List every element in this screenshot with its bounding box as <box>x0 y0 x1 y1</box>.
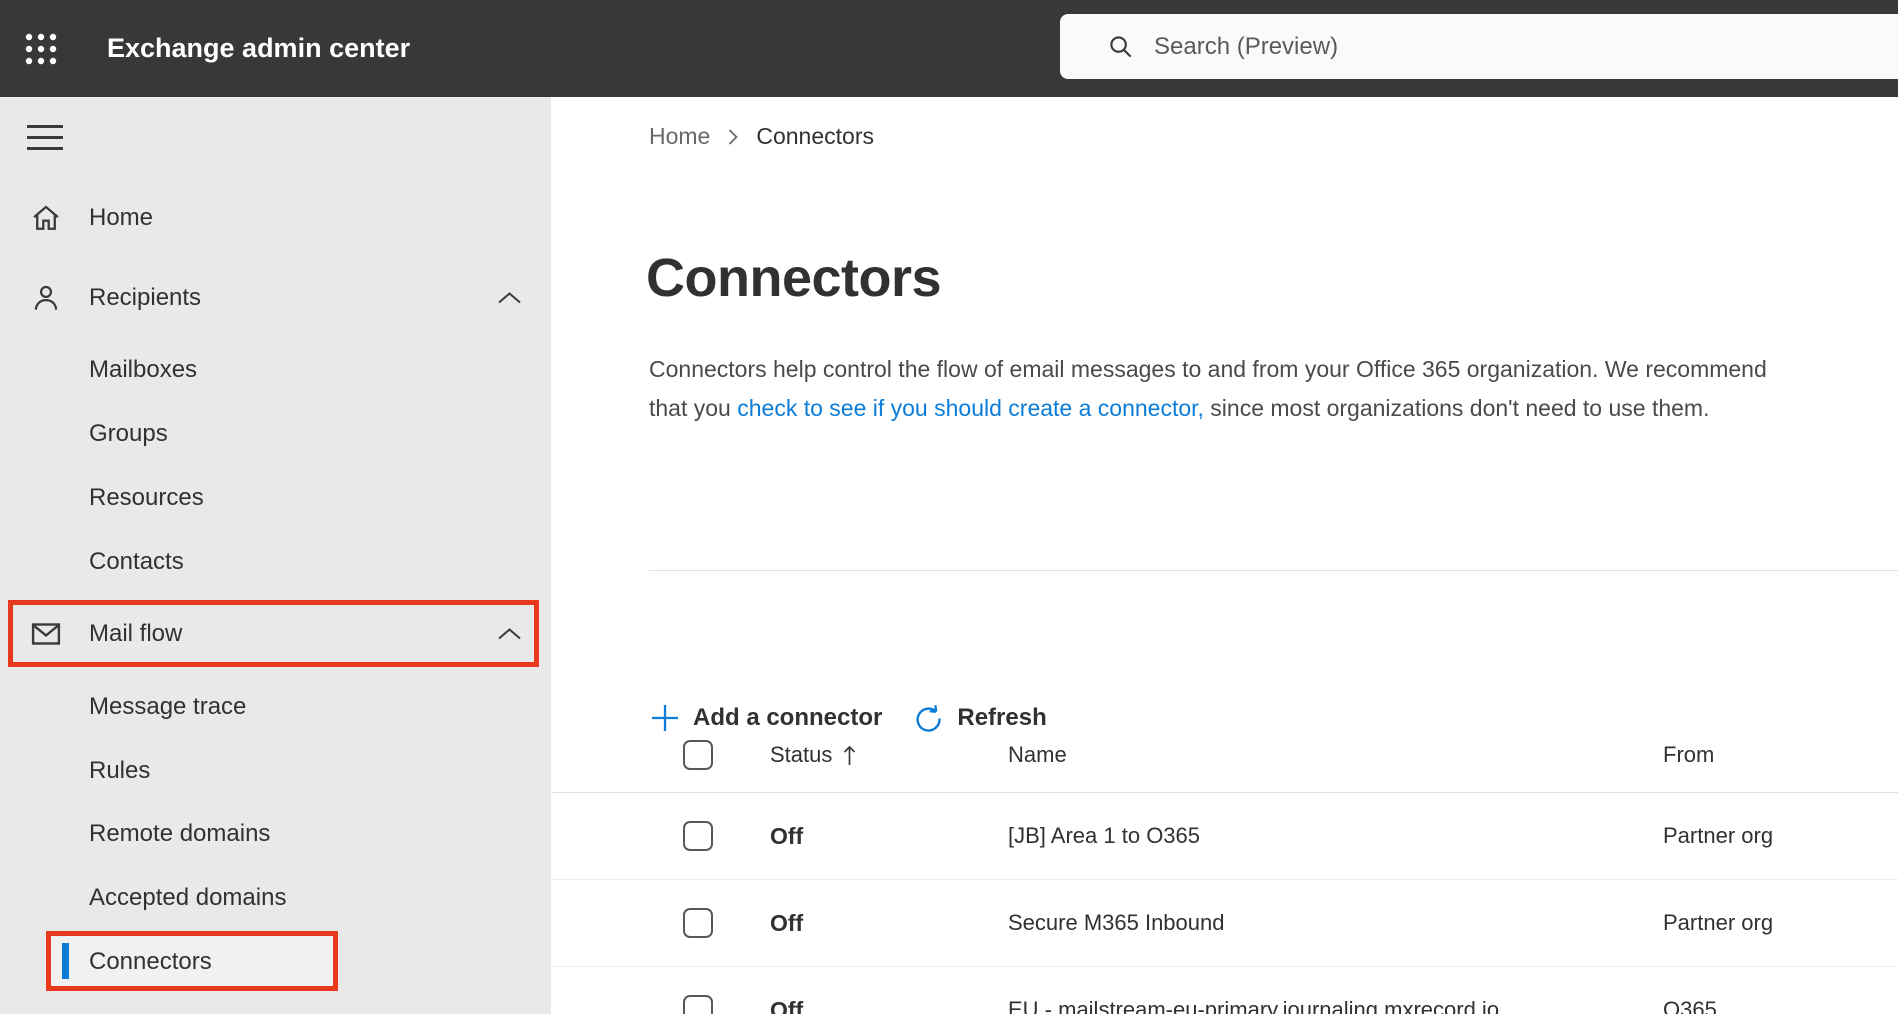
section-divider <box>649 570 1898 571</box>
sidebar-item-contacts[interactable]: Contacts <box>0 530 551 594</box>
page-title: Connectors <box>646 248 942 308</box>
sidebar-item-label: Rules <box>89 757 151 784</box>
search-input[interactable] <box>1152 31 1796 62</box>
sidebar-item-mail-flow[interactable]: Mail flow <box>0 602 551 666</box>
create-connector-check-link[interactable]: check to see if you should create a conn… <box>737 395 1204 421</box>
table-row[interactable]: Off [JB] Area 1 to O365 Partner org <box>551 793 1898 880</box>
table-row[interactable]: Off EU - mailstream-eu-primary.journalin… <box>551 967 1898 1014</box>
sidebar-item-mailboxes[interactable]: Mailboxes <box>0 338 551 402</box>
envelope-icon <box>29 617 63 651</box>
sidebar-item-label: Message trace <box>89 693 247 720</box>
search-box[interactable] <box>1060 14 1898 79</box>
status-header-label: Status <box>770 742 833 767</box>
sidebar-item-accepted-domains[interactable]: Accepted domains <box>0 866 551 930</box>
top-app-bar: Exchange admin center <box>0 0 1898 97</box>
home-icon <box>29 201 63 235</box>
sidebar-item-label: Recipients <box>89 284 202 311</box>
sidebar-item-label: Groups <box>89 420 168 447</box>
row-name: Secure M365 Inbound <box>1008 910 1225 935</box>
row-name: [JB] Area 1 to O365 <box>1008 823 1201 848</box>
sidebar-item-label: Remote domains <box>89 820 271 847</box>
sidebar-item-label: Contacts <box>89 548 184 575</box>
app-title: Exchange admin center <box>107 33 411 63</box>
chevron-right-icon <box>727 127 739 147</box>
row-from: Partner org <box>1663 910 1774 935</box>
column-header-name[interactable]: Name <box>1008 742 1663 768</box>
sort-ascending-icon <box>842 744 857 767</box>
left-navigation: Home Recipients Mailboxes Groups Resourc… <box>0 97 551 1014</box>
sidebar-item-label: Connectors <box>89 948 212 975</box>
sidebar-item-label: Home <box>89 204 154 231</box>
select-all-checkbox[interactable] <box>683 740 713 770</box>
selected-item-indicator <box>62 943 69 979</box>
row-checkbox[interactable] <box>683 821 713 851</box>
row-from: Partner org <box>1663 823 1774 848</box>
sidebar-item-resources[interactable]: Resources <box>0 466 551 530</box>
sidebar-item-connectors[interactable]: Connectors <box>0 930 551 994</box>
sidebar-item-label: Resources <box>89 484 204 511</box>
table-row[interactable]: Off Secure M365 Inbound Partner org <box>551 880 1898 967</box>
sidebar-item-message-trace[interactable]: Message trace <box>0 675 551 739</box>
app-launcher-button[interactable] <box>21 29 61 69</box>
sidebar-item-groups[interactable]: Groups <box>0 402 551 466</box>
nav-collapse-button[interactable] <box>27 125 63 150</box>
row-checkbox[interactable] <box>683 908 713 938</box>
row-checkbox[interactable] <box>683 995 713 1014</box>
breadcrumb: Home Connectors <box>649 123 874 150</box>
row-from: O365 <box>1663 997 1717 1014</box>
sidebar-item-label: Mailboxes <box>89 356 198 383</box>
chevron-up-icon[interactable] <box>496 626 523 642</box>
row-name: EU - mailstream-eu-primary.journaling.mx… <box>1008 997 1500 1014</box>
row-status: Off <box>770 822 804 849</box>
sidebar-item-rules[interactable]: Rules <box>0 739 551 803</box>
column-header-status[interactable]: Status <box>770 742 1008 768</box>
sidebar-item-label: Accepted domains <box>89 884 287 911</box>
sidebar-item-recipients[interactable]: Recipients <box>0 266 551 330</box>
chevron-up-icon[interactable] <box>496 290 523 306</box>
sidebar-item-remote-domains[interactable]: Remote domains <box>0 802 551 866</box>
connectors-table: Status Name From Off [JB] Area 1 to O365… <box>551 718 1898 1014</box>
main-content: Home Connectors Connectors Connectors he… <box>551 97 1898 1014</box>
row-status: Off <box>770 996 804 1014</box>
search-icon <box>1107 33 1134 60</box>
column-header-from[interactable]: From <box>1663 742 1898 768</box>
waffle-icon <box>22 30 60 68</box>
description-text: since most organizations don't need to u… <box>1203 395 1710 421</box>
row-status: Off <box>770 909 804 936</box>
sidebar-item-home[interactable]: Home <box>0 186 551 250</box>
breadcrumb-current: Connectors <box>756 123 874 149</box>
sidebar-item-label: Mail flow <box>89 620 183 647</box>
hamburger-icon <box>27 125 63 128</box>
page-description: Connectors help control the flow of emai… <box>649 350 1784 428</box>
breadcrumb-home-link[interactable]: Home <box>649 123 710 150</box>
person-icon <box>29 281 63 315</box>
table-header-row: Status Name From <box>551 718 1898 793</box>
